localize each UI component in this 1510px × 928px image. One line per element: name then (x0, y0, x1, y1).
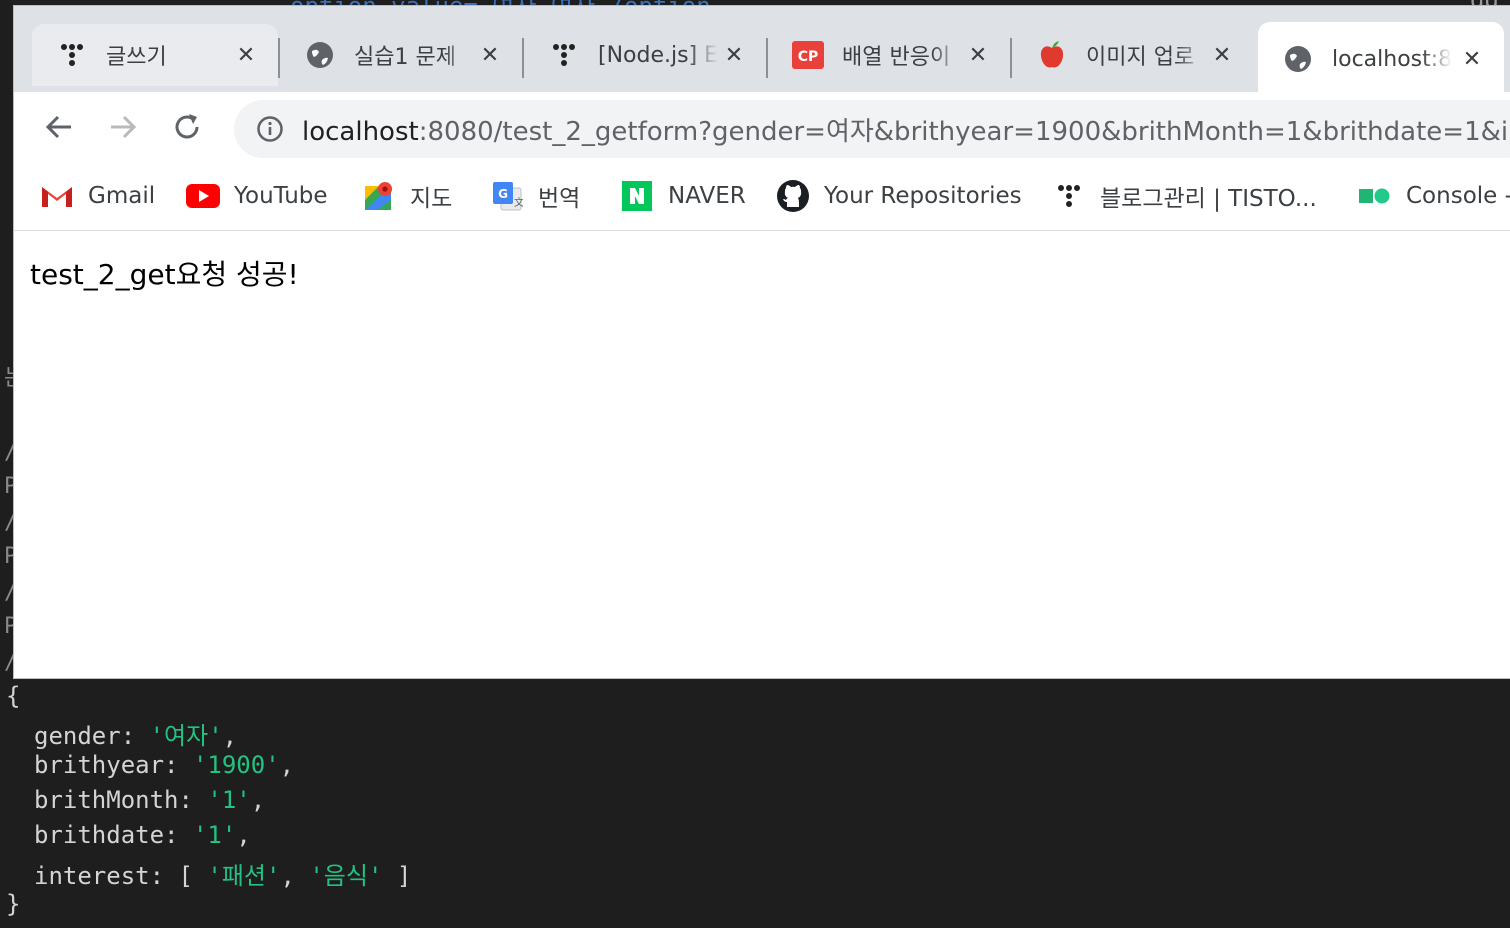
field-value: '1' (207, 786, 251, 814)
bookmark-label: Console - (1406, 183, 1510, 209)
toolbar: localhost:8080/test_2_getform?gender=여자&… (14, 92, 1510, 162)
close-brace: } (6, 890, 21, 918)
svg-text:G: G (498, 187, 508, 201)
forward-arrow-icon (111, 115, 137, 139)
bookmark-label: 번역 (538, 186, 581, 212)
terminal-line-interest: interest: [ '패션', '음식' ] (34, 862, 412, 890)
bookmark-label: Gmail (88, 183, 156, 209)
tistory-icon (1052, 179, 1086, 213)
tab-practice[interactable]: 실습1 문제 ✕ (280, 24, 522, 86)
bookmark-naver[interactable]: NAVER (620, 176, 746, 216)
reload-icon (175, 114, 199, 139)
translate-icon: G文 (490, 179, 524, 213)
tab-title: 실습1 문제 (354, 45, 456, 70)
close-icon[interactable]: ✕ (1210, 43, 1234, 68)
browser-window: 글쓰기 ✕ 실습1 문제 ✕ [Node.js] E ✕ CP 배열 반응이 ✕ (14, 6, 1510, 678)
array-value: '음식' (309, 862, 383, 890)
bookmark-label: 블로그관리 | TISTO... (1100, 186, 1317, 212)
bookmark-label: YouTube (234, 183, 328, 209)
naver-icon (620, 179, 654, 213)
field-key: brithdate (34, 821, 165, 849)
globe-icon (1282, 43, 1314, 75)
tistory-icon (56, 39, 88, 71)
tab-title: 글쓰기 (106, 45, 167, 70)
bookmark-label: Your Repositories (824, 183, 1022, 209)
gmail-icon (40, 179, 74, 213)
page-content: test_2_get요청 성공! (14, 231, 1510, 678)
tab-localhost[interactable]: localhost:8 ✕ (1258, 22, 1504, 96)
svg-text:文: 文 (514, 196, 523, 209)
close-icon[interactable]: ✕ (1460, 47, 1484, 72)
bookmark-tistory[interactable]: 블로그관리 | TISTO... (1052, 176, 1317, 216)
apple-icon (1036, 39, 1068, 71)
tab-title: [Node.js] E (598, 42, 718, 68)
bookmark-translate[interactable]: G文 번역 (490, 176, 580, 216)
bookmark-gmail[interactable]: Gmail (40, 176, 155, 216)
back-button[interactable] (42, 110, 76, 144)
page-message: test_2_get요청 성공! (30, 258, 299, 291)
terminal-line-gender: gender: '여자', (34, 722, 238, 750)
bookmark-github[interactable]: Your Repositories (776, 176, 1022, 216)
field-key: interest (34, 862, 150, 890)
field-value: '여자' (149, 722, 223, 750)
bookmark-label: 지도 (410, 186, 453, 212)
field-value: '1900' (192, 751, 280, 779)
cp-icon: CP (792, 39, 824, 71)
bookmark-label: NAVER (668, 183, 746, 209)
terminal-line-brithyear: brithyear: '1900', (34, 751, 295, 779)
url-text: localhost:8080/test_2_getform?gender=여자&… (302, 111, 1510, 148)
close-icon[interactable]: ✕ (234, 43, 258, 68)
bookmarks-bar: Gmail YouTube 지도 G文 번역 NAVER Your Reposi… (14, 162, 1510, 231)
field-key: gender (34, 722, 121, 750)
close-icon[interactable]: ✕ (722, 43, 746, 68)
bookmark-console[interactable]: Console - (1358, 176, 1510, 216)
svg-text:CP: CP (798, 49, 819, 65)
terminal-line-brithdate: brithdate: '1', (34, 821, 251, 849)
info-icon[interactable] (256, 115, 284, 143)
maps-icon (362, 179, 396, 213)
close-icon[interactable]: ✕ (478, 43, 502, 68)
url-path: :8080/test_2_getform?gender=여자&brithyear… (418, 116, 1510, 147)
open-brace: { (6, 682, 21, 710)
back-arrow-icon (45, 115, 71, 139)
terminal-line-brithmonth: brithMonth: '1', (34, 786, 266, 814)
tab-strip: 글쓰기 ✕ 실습1 문제 ✕ [Node.js] E ✕ CP 배열 반응이 ✕ (14, 6, 1510, 96)
tab-array[interactable]: CP 배열 반응이 ✕ (768, 24, 1010, 86)
forward-button[interactable] (106, 110, 140, 144)
array-value: '패션' (207, 862, 281, 890)
address-bar[interactable]: localhost:8080/test_2_getform?gender=여자&… (234, 100, 1510, 158)
bookmark-maps[interactable]: 지도 (362, 176, 452, 216)
tab-write[interactable]: 글쓰기 ✕ (32, 24, 278, 86)
youtube-icon (186, 179, 220, 213)
tab-nodejs[interactable]: [Node.js] E ✕ (524, 24, 766, 86)
field-key: brithyear (34, 751, 165, 779)
tab-title: localhost:8 (1332, 46, 1452, 72)
github-icon (776, 179, 810, 213)
tistory-icon (548, 39, 580, 71)
field-key: brithMonth (34, 786, 179, 814)
field-value: '1' (192, 821, 237, 849)
console-icon (1358, 179, 1392, 213)
bookmark-youtube[interactable]: YouTube (186, 176, 328, 216)
reload-button[interactable] (170, 110, 204, 144)
tab-title: 이미지 업로 (1086, 45, 1195, 70)
close-icon[interactable]: ✕ (966, 43, 990, 68)
globe-icon (304, 39, 336, 71)
tab-image-upload[interactable]: 이미지 업로 ✕ (1012, 24, 1254, 86)
tab-title: 배열 반응이 (842, 45, 951, 70)
url-host: localhost (302, 116, 419, 147)
